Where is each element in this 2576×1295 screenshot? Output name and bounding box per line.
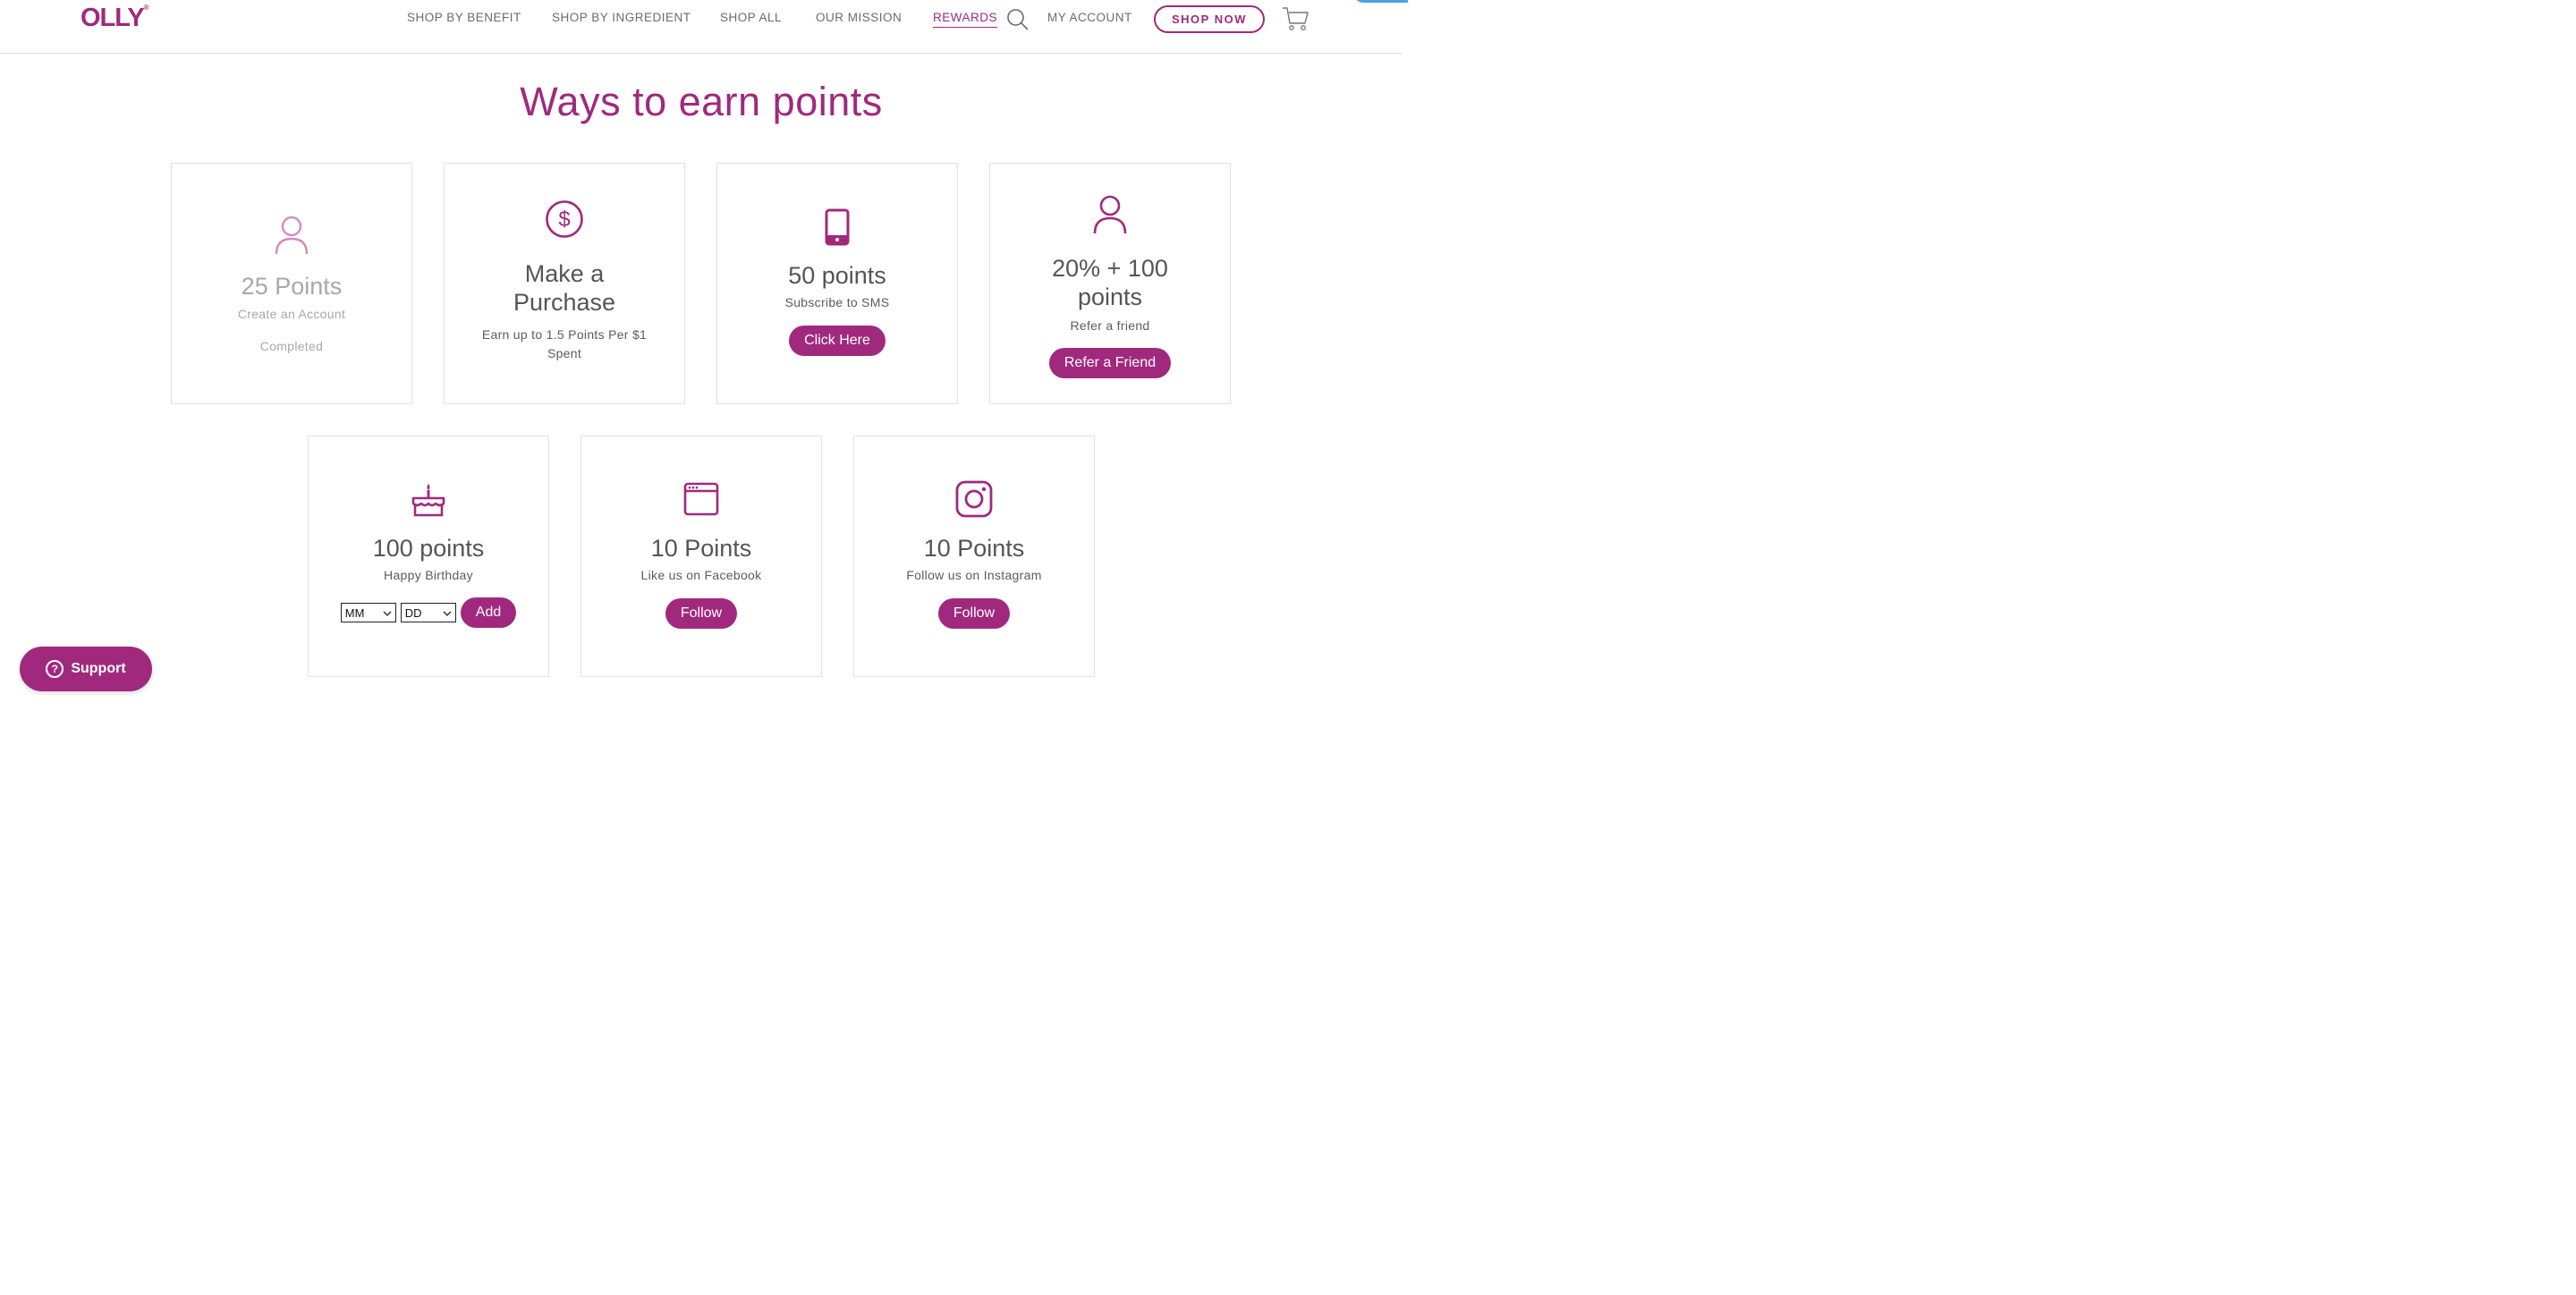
- nav-our-mission[interactable]: OUR MISSION: [816, 11, 902, 24]
- birthday-add-button[interactable]: Add: [460, 597, 517, 628]
- logo-mark: ®: [143, 4, 149, 12]
- help-icon: ?: [46, 660, 64, 678]
- card-points: 10 Points: [923, 535, 1025, 562]
- corner-tab[interactable]: [1354, 0, 1408, 3]
- user-icon: [172, 215, 411, 260]
- browser-icon: [581, 482, 821, 521]
- card-points: 100 points: [372, 535, 485, 562]
- olly-logo[interactable]: OLLY®: [80, 4, 149, 33]
- card-description: Like us on Facebook: [640, 568, 762, 582]
- cake-icon: [309, 482, 548, 522]
- card-description: Create an Account: [237, 307, 346, 321]
- instagram-follow-button[interactable]: Follow: [937, 598, 1011, 629]
- svg-text:$: $: [558, 207, 570, 232]
- card-description: Happy Birthday: [384, 568, 473, 582]
- nav-my-account[interactable]: MY ACCOUNT: [1047, 11, 1132, 24]
- refer-friend-button[interactable]: Refer a Friend: [1048, 348, 1172, 378]
- chevron-down-icon: [443, 606, 452, 620]
- card-title-line1: 20% + 100: [1052, 255, 1168, 282]
- card-description: Follow us on Instagram: [906, 568, 1042, 582]
- earn-card-create-account: 25 Points Create an Account Completed: [171, 163, 412, 404]
- nav-shop-by-benefit[interactable]: SHOP BY BENEFIT: [407, 11, 521, 24]
- card-points: 10 Points: [650, 535, 752, 562]
- logo-text: OLLY: [80, 4, 145, 32]
- nav-shop-by-ingredient[interactable]: SHOP BY INGREDIENT: [552, 11, 691, 24]
- support-button[interactable]: ? Support: [20, 647, 152, 691]
- phone-icon: [717, 208, 957, 250]
- earn-card-purchase: $ Make a Purchase Earn up to 1.5 Points …: [444, 163, 685, 404]
- birthday-day-select[interactable]: DD: [400, 603, 456, 622]
- dollar-icon: $: [445, 199, 684, 243]
- shop-now-button[interactable]: SHOP NOW: [1154, 5, 1265, 33]
- earn-card-sms: 50 points Subscribe to SMS Click Here: [716, 163, 958, 404]
- card-description-line1: Earn up to 1.5 Points Per $1: [481, 327, 648, 342]
- card-description: Subscribe to SMS: [784, 295, 890, 309]
- card-title-line2: points: [1077, 284, 1143, 310]
- card-points: 50 points: [788, 262, 886, 289]
- instagram-icon: [854, 480, 1094, 522]
- user-icon: [990, 194, 1230, 240]
- earn-card-refer: 20% + 100 points Refer a friend Refer a …: [989, 163, 1231, 404]
- chevron-down-icon: [383, 606, 392, 620]
- card-description-line2: Spent: [547, 346, 582, 360]
- card-description: Refer a friend: [1070, 318, 1150, 333]
- earn-card-birthday: 100 points Happy Birthday MM DD Add: [308, 436, 549, 677]
- earn-card-facebook: 10 Points Like us on Facebook Follow: [580, 436, 822, 677]
- birthday-month-select[interactable]: MM: [340, 603, 396, 622]
- facebook-follow-button[interactable]: Follow: [665, 598, 738, 629]
- card-title-line1: Make a: [524, 260, 605, 287]
- card-status: Completed: [259, 339, 324, 353]
- earn-card-instagram: 10 Points Follow us on Instagram Follow: [853, 436, 1095, 677]
- nav-shop-all[interactable]: SHOP ALL: [720, 11, 782, 24]
- nav-rewards[interactable]: REWARDS: [933, 11, 998, 28]
- card-title-line2: Purchase: [513, 289, 616, 316]
- sms-click-here-button[interactable]: Click Here: [789, 326, 886, 356]
- search-icon[interactable]: [1005, 7, 1030, 37]
- site-header: OLLY® SHOP BY BENEFIT SHOP BY INGREDIENT…: [0, 0, 1408, 54]
- page-title: Ways to earn points: [520, 79, 883, 124]
- day-select-value: DD: [404, 605, 422, 620]
- support-label: Support: [71, 661, 126, 676]
- month-select-value: MM: [344, 605, 365, 620]
- card-points: 25 Points: [241, 273, 343, 300]
- cart-icon[interactable]: [1281, 5, 1309, 37]
